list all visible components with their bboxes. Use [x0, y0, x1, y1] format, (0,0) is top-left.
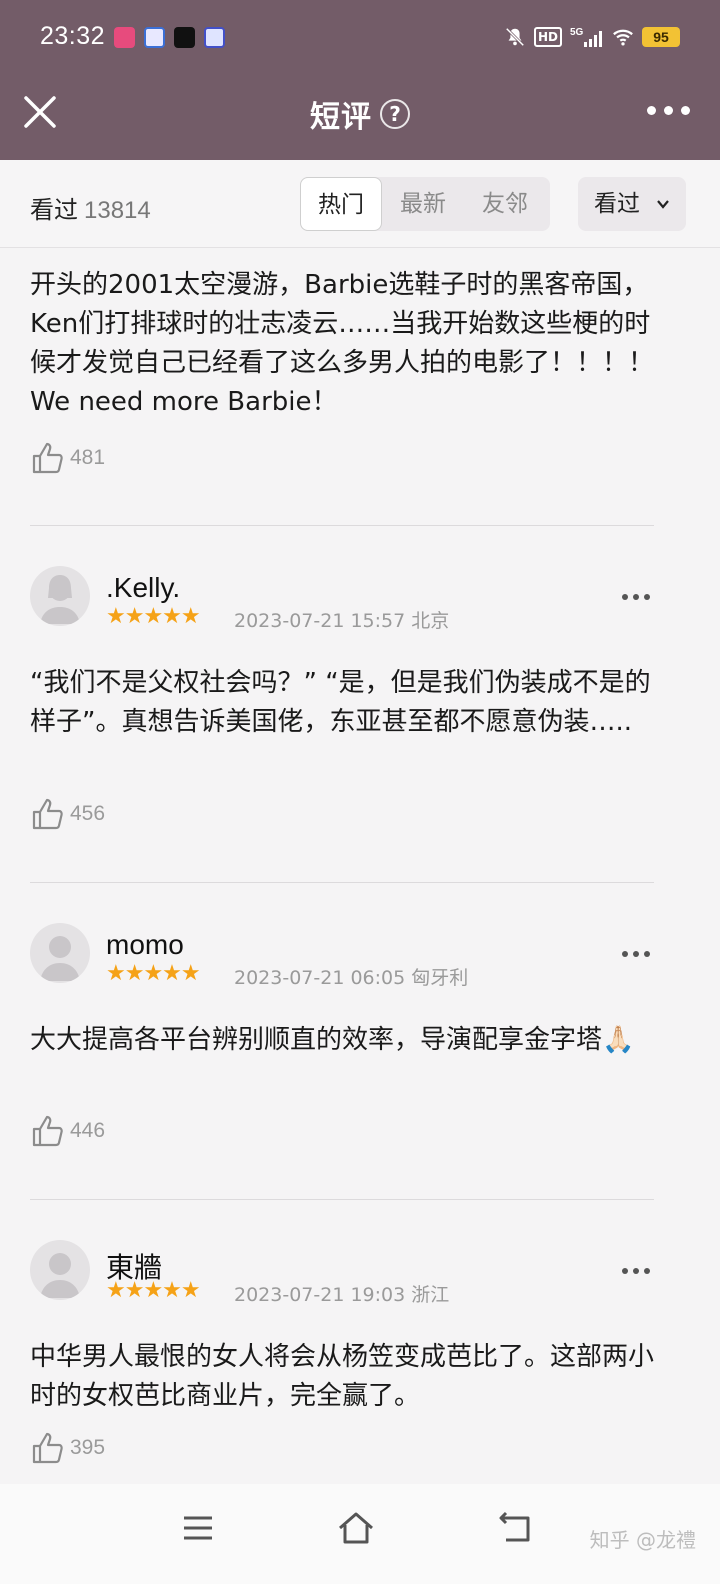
thumbs-up-icon: [32, 442, 63, 474]
more-dot: [633, 594, 639, 600]
tab-latest[interactable]: 最新: [382, 177, 464, 231]
svg-text:5G: 5G: [570, 27, 584, 38]
more-dot: [644, 594, 650, 600]
review-meta: 2023-07-21 15:57 北京: [234, 606, 449, 633]
review-date: 2023-07-21 06:05: [234, 967, 406, 989]
avatar[interactable]: [30, 923, 90, 983]
star-rating: ★★★★★: [106, 1278, 201, 1303]
hd-icon: HD: [533, 27, 562, 47]
more-dot: [644, 1268, 650, 1274]
review-text: 开头的2001太空漫游，Barbie选鞋子时的黑客帝国，Ken们打排球时的壮志凌…: [30, 270, 655, 417]
seen-label: 看过: [30, 196, 78, 224]
username[interactable]: .Kelly.: [106, 572, 180, 604]
like-button[interactable]: 395: [30, 1430, 105, 1466]
review-list: 开头的2001太空漫游，Barbie选鞋子时的黑客帝国，Ken们打排球时的壮志凌…: [0, 248, 720, 1484]
status-bar: 23:32 HD 5G 95: [0, 0, 720, 76]
tab-friends[interactable]: 友邻: [464, 177, 546, 231]
more-dot: [681, 106, 690, 115]
status-time: 23:32: [40, 22, 106, 50]
more-dot: [622, 1268, 628, 1274]
back-icon[interactable]: [496, 1508, 536, 1548]
like-count: 446: [70, 1119, 106, 1142]
review-more-button[interactable]: [622, 594, 650, 600]
thumbs-up-icon: [32, 798, 63, 830]
username[interactable]: momo: [106, 929, 184, 961]
seen-count: 13814: [84, 197, 151, 224]
more-dot: [622, 951, 628, 957]
watermark: 知乎 @龙禮: [589, 1528, 696, 1552]
review-date: 2023-07-21 15:57: [234, 610, 406, 632]
like-count: 395: [70, 1436, 106, 1459]
avatar[interactable]: [30, 1240, 90, 1300]
default-avatar-icon: [40, 936, 80, 981]
divider: [30, 882, 654, 883]
review-more-button[interactable]: [622, 951, 650, 957]
app-notification-icon: [204, 27, 225, 48]
wifi-icon: [613, 29, 633, 46]
help-icon[interactable]: ?: [380, 99, 410, 129]
like-count: 481: [70, 446, 106, 469]
more-dot: [664, 106, 673, 115]
top-bar: 23:32 HD 5G 95 短评 ?: [0, 0, 720, 160]
filter-bar: 看过 13814 热门 最新 友邻 看过: [0, 160, 720, 248]
review-meta: 2023-07-21 06:05 匈牙利: [234, 963, 468, 990]
star-rating: ★★★★★: [106, 961, 201, 986]
review-location: 浙江: [411, 1284, 450, 1306]
chevron-down-icon: [657, 200, 669, 209]
sort-tabs: 热门 最新 友邻: [300, 177, 550, 231]
notification-icons: [114, 27, 225, 48]
like-count: 456: [70, 802, 106, 825]
page-title: 短评: [310, 100, 372, 135]
watched-filter-label: 看过: [594, 191, 640, 217]
seen-count-label: 看过 13814: [30, 190, 151, 225]
thumbs-up-icon: [32, 1432, 63, 1464]
divider: [30, 525, 654, 526]
more-options-button[interactable]: [647, 106, 690, 115]
default-avatar-icon: [40, 1253, 80, 1298]
tab-hot[interactable]: 热门: [300, 177, 382, 231]
review-meta: 2023-07-21 19:03 浙江: [234, 1280, 449, 1307]
review-location: 匈牙利: [411, 967, 469, 989]
header: 短评 ?: [0, 76, 720, 160]
like-button[interactable]: 456: [30, 796, 105, 832]
divider: [30, 1199, 654, 1200]
more-dot: [622, 594, 628, 600]
signal-5g-icon: 5G: [570, 27, 602, 47]
menu-icon[interactable]: [178, 1508, 218, 1548]
more-dot: [647, 106, 656, 115]
battery-indicator: 95: [642, 27, 680, 47]
star-rating: ★★★★★: [106, 604, 201, 629]
title-wrap: 短评 ?: [0, 92, 720, 136]
mute-bell-icon: [505, 27, 525, 47]
home-icon[interactable]: [336, 1508, 376, 1548]
tiktok-icon: [174, 27, 195, 48]
review-text: 大大提高各平台辨别顺直的效率，导演配享金字塔🙏🏻: [30, 1025, 635, 1055]
more-dot: [644, 951, 650, 957]
review-text: “我们不是父权社会吗？” “是，但是我们伪装成不是的样子”。真想告诉美国佬，东亚…: [30, 668, 651, 737]
review-location: 北京: [411, 610, 450, 632]
more-dot: [633, 951, 639, 957]
review-text: 中华男人最恨的女人将会从杨笠变成芭比了。这部两小时的女权芭比商业片，完全赢了。: [30, 1342, 655, 1411]
thumbs-up-icon: [32, 1115, 63, 1147]
status-right: HD 5G 95: [504, 26, 680, 48]
more-dot: [633, 1268, 639, 1274]
app-notification-icon: [114, 27, 135, 48]
review-date: 2023-07-21 19:03: [234, 1284, 406, 1306]
system-nav-bar: 知乎 @龙禮: [0, 1484, 720, 1584]
review-more-button[interactable]: [622, 1268, 650, 1274]
default-avatar-female-icon: [40, 575, 80, 624]
like-button[interactable]: 481: [30, 440, 105, 476]
avatar[interactable]: [30, 566, 90, 626]
app-notification-icon: [144, 27, 165, 48]
like-button[interactable]: 446: [30, 1113, 105, 1149]
watched-filter-dropdown[interactable]: 看过: [578, 177, 686, 231]
